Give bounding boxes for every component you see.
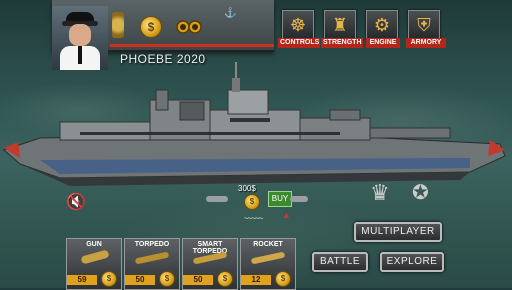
coin-icon: $ <box>140 16 162 38</box>
multiplayer-button[interactable]: MULTIPLAYER <box>354 222 442 242</box>
ship-wheel-icon: ☸ <box>289 15 307 35</box>
weapon-price: 59 <box>67 275 97 285</box>
engine-label: ENGINE <box>366 38 400 48</box>
wave-indicator-icon: ~~~~~ <box>244 214 263 223</box>
weapon-coin-icon: $ <box>159 271 175 287</box>
armory-label: ARMORY <box>406 38 446 48</box>
warship-model <box>3 62 506 186</box>
shield-icon: ⛨ <box>417 15 431 35</box>
ship-select-left-icon[interactable] <box>206 196 228 202</box>
weapon-label: SMART TORPEDO <box>192 241 228 255</box>
controls-button[interactable]: ☸ <box>282 10 314 40</box>
shop-coin-icon: $ <box>244 194 260 210</box>
shop-price: 300$ <box>238 184 256 193</box>
weapon-coin-icon: $ <box>275 271 291 287</box>
anchor-icon: ⚓ <box>224 8 237 19</box>
weapon-smart-torpedo-slot[interactable]: SMART TORPEDO 50 $ <box>182 238 238 290</box>
weapon-coin-icon: $ <box>217 271 233 287</box>
sail-indicator-icon: ▲ <box>282 210 291 220</box>
cannon-icon: ♜ <box>331 15 349 35</box>
weapon-gun-slot[interactable]: GUN 59 $ <box>66 238 122 290</box>
achievements-medal-icon[interactable]: ✪ <box>412 180 429 205</box>
explore-button[interactable]: EXPLORE <box>380 252 444 272</box>
buy-button[interactable]: BUY <box>268 191 292 207</box>
engine-button[interactable]: ⚙ <box>366 10 398 40</box>
captain-face <box>69 24 91 46</box>
strength-label: STRENGTH <box>321 38 363 48</box>
rank-medal-icon <box>112 12 124 38</box>
binoculars-icon <box>176 16 202 40</box>
battle-button[interactable]: BATTLE <box>312 252 368 272</box>
weapon-price: 12 <box>241 275 271 285</box>
torpedo-icon <box>134 251 170 265</box>
mute-sound-icon[interactable]: 🔇 <box>66 192 86 212</box>
weapon-label: GUN <box>86 241 102 248</box>
leaderboard-crown-icon[interactable]: ♛ <box>370 180 390 206</box>
rocket-icon <box>250 251 286 265</box>
ship-select-right-icon[interactable] <box>290 196 308 202</box>
panel-accent-line <box>110 44 274 47</box>
strength-button[interactable]: ♜ <box>324 10 356 40</box>
engine-icon: ⚙ <box>373 15 391 35</box>
weapon-price: 50 <box>183 275 213 285</box>
armory-button[interactable]: ⛨ <box>408 10 440 40</box>
weapon-coin-icon: $ <box>101 271 117 287</box>
weapon-label: TORPEDO <box>134 241 170 248</box>
gun-shell-icon <box>80 249 110 265</box>
controls-label: CONTROLS <box>278 38 320 48</box>
weapon-torpedo-slot[interactable]: TORPEDO 50 $ <box>124 238 180 290</box>
weapon-rocket-slot[interactable]: ROCKET 12 $ <box>240 238 296 290</box>
weapon-price: 50 <box>125 275 155 285</box>
weapon-label: ROCKET <box>253 241 283 248</box>
